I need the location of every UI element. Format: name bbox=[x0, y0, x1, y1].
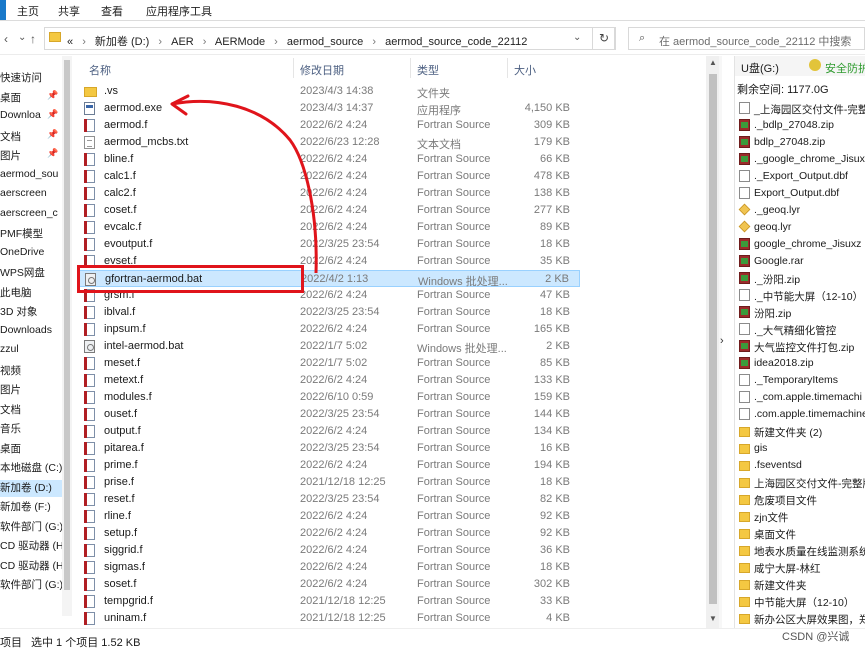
annotation-arrow bbox=[170, 94, 318, 274]
annotation-arrow-head bbox=[170, 94, 190, 116]
annotation-arrow-line bbox=[171, 99, 318, 274]
